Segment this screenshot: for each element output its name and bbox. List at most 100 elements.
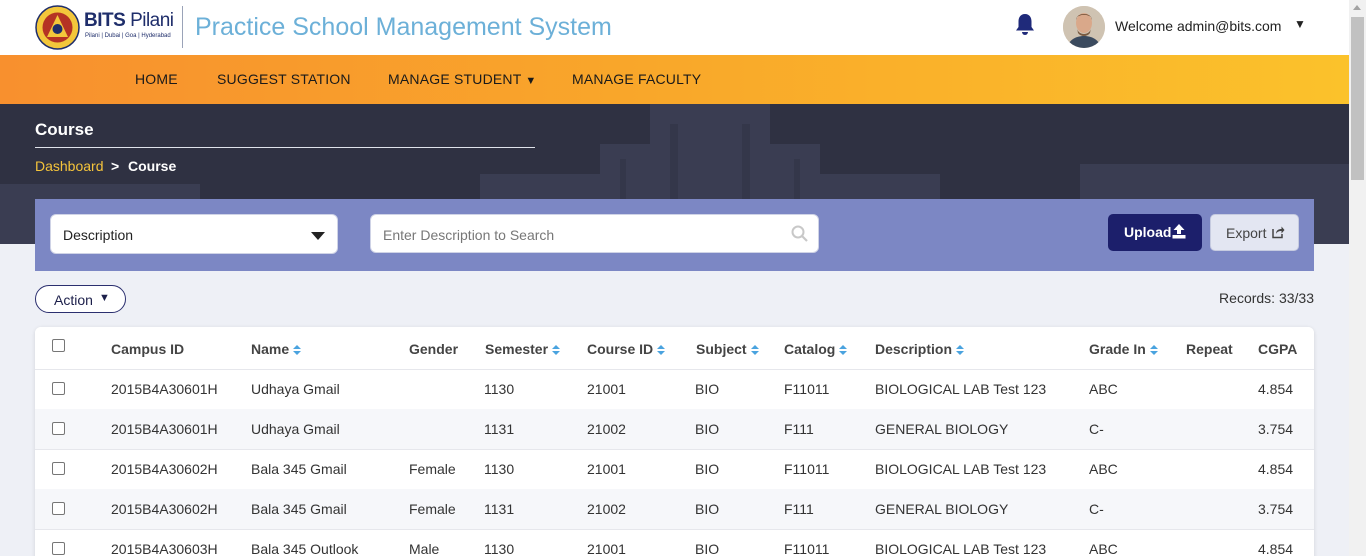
cell-semester: 1131 <box>484 421 515 437</box>
cell-description: BIOLOGICAL LAB Test 123 <box>875 541 1047 556</box>
nav-manage-faculty[interactable]: MANAGE FACULTY <box>572 71 701 87</box>
action-dropdown[interactable]: Action ▼ <box>35 285 126 313</box>
chevron-down-icon <box>311 232 325 240</box>
chevron-down-icon: ▼ <box>525 75 537 87</box>
page: BITS Pilani Pilani | Dubai | Goa | Hyder… <box>0 0 1349 556</box>
cell-campus-id: 2015B4A30601H <box>111 381 218 397</box>
page-scrollbar[interactable] <box>1349 0 1366 556</box>
upload-button[interactable]: Upload <box>1108 214 1202 251</box>
cell-grade-in: ABC <box>1089 541 1118 556</box>
nav-manage-student[interactable]: MANAGE STUDENT ▼ <box>388 71 536 87</box>
cell-semester: 1130 <box>484 381 515 397</box>
export-button[interactable]: Export <box>1210 214 1299 251</box>
table-header: Campus ID Name Gender Semester Course ID… <box>35 327 1314 370</box>
col-catalog[interactable]: Catalog <box>784 341 848 357</box>
cell-gender: Female <box>409 501 456 517</box>
cell-catalog: F111 <box>784 421 814 437</box>
col-description[interactable]: Description <box>875 341 965 357</box>
chevron-down-icon[interactable]: ▼ <box>1294 17 1306 31</box>
cell-campus-id: 2015B4A30603H <box>111 541 218 556</box>
cell-description: GENERAL BIOLOGY <box>875 501 1009 517</box>
table-row[interactable]: 2015B4A30603H Bala 345 Outlook Male 1130… <box>35 529 1314 556</box>
cell-description: BIOLOGICAL LAB Test 123 <box>875 461 1047 477</box>
col-name[interactable]: Name <box>251 341 302 357</box>
sort-icon[interactable] <box>657 344 666 356</box>
table-row[interactable]: 2015B4A30601H Udhaya Gmail 1130 21001 BI… <box>35 369 1314 410</box>
cell-semester: 1130 <box>484 461 515 477</box>
sort-icon[interactable] <box>1149 344 1158 356</box>
bell-icon[interactable] <box>1014 12 1036 36</box>
sort-icon[interactable] <box>839 344 848 356</box>
main-nav: HOME SUGGEST STATION MANAGE STUDENT ▼ MA… <box>0 55 1349 104</box>
cell-grade-in: C- <box>1089 421 1104 437</box>
table-row[interactable]: 2015B4A30602H Bala 345 Gmail Female 1130… <box>35 449 1314 490</box>
nav-suggest-station[interactable]: SUGGEST STATION <box>217 71 351 87</box>
select-all-checkbox[interactable] <box>52 339 65 352</box>
cell-description: BIOLOGICAL LAB Test 123 <box>875 381 1047 397</box>
row-checkbox[interactable] <box>52 462 65 475</box>
cell-semester: 1131 <box>484 501 515 517</box>
cell-cgpa: 4.854 <box>1258 541 1294 556</box>
col-grade-in[interactable]: Grade In <box>1089 341 1158 357</box>
search-field-value: Description <box>63 227 134 243</box>
breadcrumb-dashboard-link[interactable]: Dashboard <box>35 158 104 174</box>
cell-grade-in: C- <box>1089 501 1104 517</box>
table-row[interactable]: 2015B4A30601H Udhaya Gmail 1131 21002 BI… <box>35 409 1314 450</box>
search-box <box>370 214 819 254</box>
cell-subject: BIO <box>695 541 720 556</box>
page-title: Course <box>35 120 94 139</box>
scroll-up-arrow-icon[interactable] <box>1353 5 1361 10</box>
avatar[interactable] <box>1063 6 1105 48</box>
sort-icon[interactable] <box>956 344 965 356</box>
breadcrumb-current: Course <box>128 158 177 174</box>
app-title: Practice School Management System <box>195 13 612 41</box>
cell-name: Bala 345 Outlook <box>251 541 359 556</box>
col-semester[interactable]: Semester <box>485 341 561 357</box>
cell-gender: Female <box>409 461 456 477</box>
col-repeat: Repeat <box>1186 341 1233 357</box>
col-gender: Gender <box>409 341 459 357</box>
cell-course-id: 21002 <box>587 501 626 517</box>
cell-course-id: 21001 <box>587 381 626 397</box>
search-input[interactable] <box>371 215 785 254</box>
cell-gender: Male <box>409 541 440 556</box>
share-icon <box>1272 226 1285 239</box>
col-course-id[interactable]: Course ID <box>587 341 666 357</box>
row-checkbox[interactable] <box>52 422 65 435</box>
cell-catalog: F11011 <box>784 541 830 556</box>
sort-icon[interactable] <box>750 344 759 356</box>
col-campus-id: Campus ID <box>111 341 185 357</box>
sort-icon[interactable] <box>293 344 302 356</box>
logo-wordmark: BITS Pilani <box>84 10 174 31</box>
cell-grade-in: ABC <box>1089 461 1118 477</box>
row-checkbox[interactable] <box>52 542 65 555</box>
search-field-select[interactable]: Description <box>50 214 338 254</box>
cell-cgpa: 4.854 <box>1258 381 1294 397</box>
col-cgpa: CGPA <box>1258 341 1298 357</box>
nav-home[interactable]: HOME <box>135 71 178 87</box>
row-checkbox[interactable] <box>52 502 65 515</box>
cell-description: GENERAL BIOLOGY <box>875 421 1009 437</box>
title-underline <box>35 147 535 148</box>
cell-name: Udhaya Gmail <box>251 381 340 397</box>
table-row[interactable]: 2015B4A30602H Bala 345 Gmail Female 1131… <box>35 489 1314 530</box>
cell-campus-id: 2015B4A30601H <box>111 421 218 437</box>
sort-icon[interactable] <box>552 344 561 356</box>
cell-catalog: F11011 <box>784 461 830 477</box>
logo-divider <box>182 6 183 48</box>
cell-grade-in: ABC <box>1089 381 1118 397</box>
scroll-thumb[interactable] <box>1351 17 1364 180</box>
upload-icon <box>1172 224 1186 239</box>
cell-cgpa: 4.854 <box>1258 461 1294 477</box>
welcome-user[interactable]: Welcome admin@bits.com <box>1115 18 1281 34</box>
cell-cgpa: 3.754 <box>1258 421 1294 437</box>
cell-name: Udhaya Gmail <box>251 421 340 437</box>
row-checkbox[interactable] <box>52 382 65 395</box>
cell-semester: 1130 <box>484 541 515 556</box>
col-subject[interactable]: Subject <box>696 341 759 357</box>
chevron-down-icon: ▼ <box>99 292 110 304</box>
top-header: BITS Pilani Pilani | Dubai | Goa | Hyder… <box>0 0 1349 55</box>
cell-catalog: F111 <box>784 501 814 517</box>
cell-campus-id: 2015B4A30602H <box>111 501 218 517</box>
search-icon[interactable] <box>791 225 808 242</box>
